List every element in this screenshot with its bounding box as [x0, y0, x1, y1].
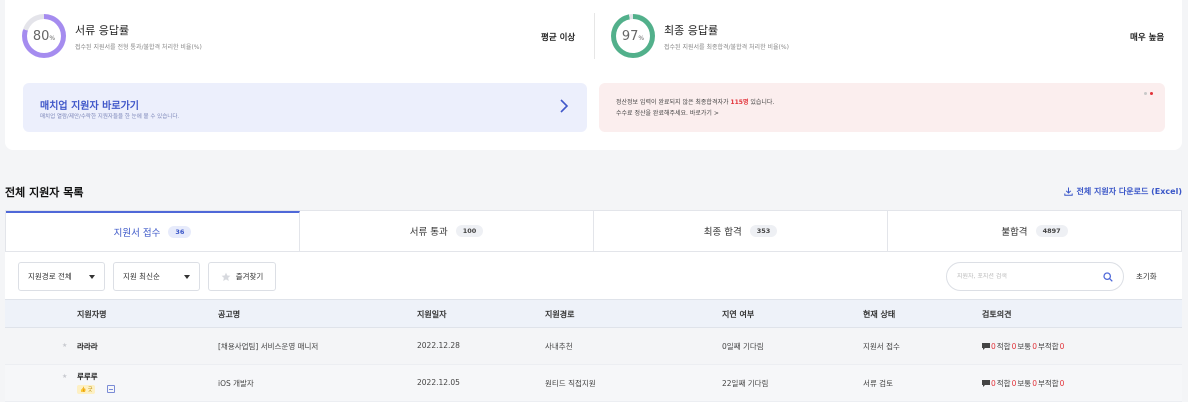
- review-summary: 0 적합 0 보통 0 부적합 0: [982, 341, 1064, 352]
- download-icon: [1063, 187, 1073, 196]
- header-applicant-name[interactable]: 지원자명: [77, 309, 106, 320]
- final-response-rate: 97% 최종 응답률 접수된 지원서를 최종합격/불합격 처리한 비율(%): [611, 12, 789, 60]
- document-response-desc: 접수된 지원서를 전형 통과/불합격 처리한 비율(%): [75, 43, 202, 51]
- favorite-star-icon[interactable]: ★: [62, 373, 67, 380]
- route-select[interactable]: 지원경로 전체: [18, 262, 105, 291]
- chevron-right-icon: [560, 99, 569, 113]
- favorites-button[interactable]: 즐겨찾기: [208, 262, 276, 291]
- final-response-desc: 접수된 지원서를 최종합격/불합격 처리한 비율(%): [664, 43, 789, 51]
- final-response-value: 97: [621, 28, 639, 44]
- reset-button[interactable]: 초기화: [1136, 271, 1157, 282]
- applicant-table: 지원자명 공고명 지원일자 지원경로 지연 여부 현재 상태 검토의견 ★ 라라…: [5, 299, 1182, 402]
- header-route[interactable]: 지원경로: [545, 309, 574, 320]
- current-status: 서류 검토: [863, 379, 893, 388]
- caret-down-icon: [89, 274, 95, 279]
- star-icon: [221, 272, 231, 281]
- applicant-name[interactable]: 루루루: [77, 371, 98, 382]
- document-response-title: 서류 응답률: [75, 23, 130, 37]
- notice-count: 115명: [730, 99, 749, 106]
- apply-route: 사내추천: [545, 342, 573, 351]
- final-response-ring: 97%: [611, 14, 655, 58]
- search-input[interactable]: [957, 273, 1103, 280]
- header-delay[interactable]: 지연 여부: [722, 309, 754, 320]
- applicant-list-title: 전체 지원자 목록: [5, 186, 84, 199]
- good-badge: 👍 굿: [77, 385, 96, 394]
- review-summary: 0 적합 0 보통 0 부적합 0: [982, 378, 1064, 389]
- status-tabs: 지원서 접수 36 서류 통과 100 최종 합격 353 불합격 4897: [5, 210, 1182, 252]
- table-row[interactable]: ★ 라라라 [채용사업팀] 서비스운영 매니저 2022.12.28 사내추천 …: [5, 328, 1182, 365]
- sort-select[interactable]: 지원 최신순: [113, 262, 200, 291]
- filter-bar: 지원경로 전체 지원 최신순 즐겨찾기 초기화: [5, 252, 1182, 299]
- favorite-star-icon[interactable]: ★: [62, 342, 67, 349]
- matchup-desc: 매치업 열람/제안/수락한 지원자들을 한 눈에 볼 수 있습니다.: [40, 114, 180, 120]
- document-response-ring: 80%: [22, 14, 66, 58]
- table-header: 지원자명 공고명 지원일자 지원경로 지연 여부 현재 상태 검토의견: [5, 299, 1182, 328]
- settlement-notice-banner[interactable]: 정산정보 입력이 완료되지 않은 최종합격자가 115명 있습니다. 수수료 정…: [599, 83, 1165, 132]
- document-response-rate: 80% 서류 응답률 접수된 지원서를 전형 통과/불합격 처리한 비율(%): [22, 12, 202, 60]
- search-icon[interactable]: [1103, 271, 1113, 282]
- posting-name[interactable]: iOS 개발자: [218, 378, 254, 389]
- header-status[interactable]: 현재 상태: [863, 309, 895, 320]
- current-status: 지원서 접수: [863, 342, 900, 351]
- search-box: [946, 262, 1124, 291]
- delay-status: 22일째 기다림: [722, 379, 769, 388]
- comment-icon: [982, 343, 990, 350]
- notice-line-1: 정산정보 입력이 완료되지 않은 최종합격자가 115명 있습니다.: [616, 99, 775, 106]
- collapse-icon[interactable]: [107, 385, 115, 393]
- document-response-level: 평균 이상: [541, 33, 576, 43]
- caret-down-icon: [184, 274, 190, 279]
- apply-date: 2022.12.05: [417, 378, 460, 387]
- download-excel-button[interactable]: 전체 지원자 다운로드 (Excel): [1063, 186, 1182, 197]
- tab-application-received[interactable]: 지원서 접수 36: [6, 211, 300, 251]
- header-apply-date[interactable]: 지원일자: [417, 309, 446, 320]
- tab-count: 36: [168, 226, 192, 238]
- header-review[interactable]: 검토의견: [982, 309, 1011, 320]
- delay-status: 0일째 기다림: [722, 342, 764, 351]
- matchup-title: 매치업 지원자 바로가기: [40, 101, 139, 112]
- apply-date: 2022.12.28: [417, 341, 460, 350]
- tab-count: 353: [749, 225, 778, 237]
- final-response-title: 최종 응답률: [664, 23, 719, 37]
- stats-divider: [594, 13, 595, 59]
- apply-route: 원티드 직접지원: [545, 379, 596, 388]
- tab-rejected[interactable]: 불합격 4897: [888, 211, 1181, 251]
- document-response-value: 80: [32, 28, 50, 44]
- table-row[interactable]: ★ 루루루 👍 굿 iOS 개발자 2022.12.05 원티드 직접지원 22…: [5, 365, 1182, 402]
- applicant-name[interactable]: 라라라: [77, 341, 98, 352]
- final-response-level: 매우 높음: [1130, 33, 1165, 43]
- tab-final-accepted[interactable]: 최종 합격 353: [594, 211, 888, 251]
- matchup-banner[interactable]: 매치업 지원자 바로가기 매치업 열람/제안/수락한 지원자들을 한 눈에 볼 …: [23, 83, 587, 132]
- posting-name[interactable]: [채용사업팀] 서비스운영 매니저: [218, 341, 318, 352]
- header-posting[interactable]: 공고명: [218, 309, 240, 320]
- notice-line-2[interactable]: 수수료 정산을 완료해주세요. 바로가기 >: [616, 108, 719, 117]
- carousel-dot-1[interactable]: [1144, 92, 1147, 95]
- tab-count: 100: [455, 225, 484, 237]
- tab-document-passed[interactable]: 서류 통과 100: [300, 211, 594, 251]
- comment-icon: [982, 380, 990, 387]
- tab-count: 4897: [1035, 225, 1068, 237]
- carousel-dot-2[interactable]: [1150, 92, 1153, 95]
